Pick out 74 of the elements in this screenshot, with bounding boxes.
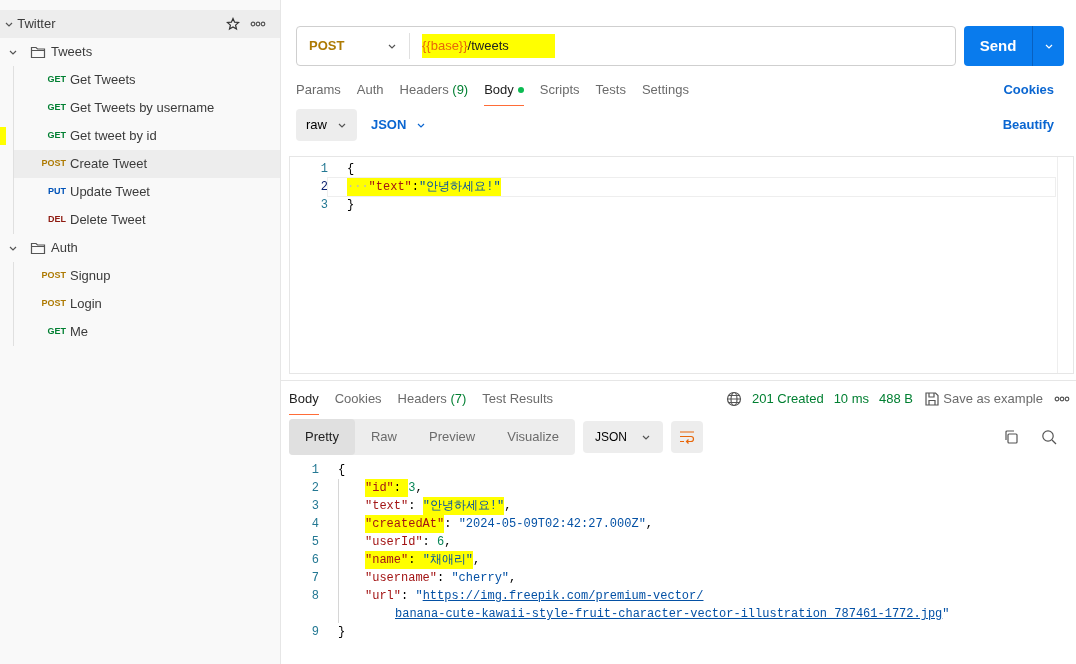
line-number: 1: [319, 161, 328, 178]
line-number: 9: [310, 624, 319, 641]
status-text[interactable]: 201 Created: [752, 389, 824, 409]
tab[interactable]: Cookies: [334, 382, 382, 416]
request-item[interactable]: POST Signup: [14, 262, 280, 290]
method-dropdown[interactable]: POST: [297, 27, 409, 65]
save-icon: [924, 391, 940, 407]
request-item[interactable]: POST Login: [14, 290, 280, 318]
tab[interactable]: Headers (7): [397, 382, 467, 416]
folder-name[interactable]: Tweets: [51, 42, 93, 62]
save-example-button[interactable]: Save as example: [923, 388, 1044, 410]
line-number: 2: [310, 480, 319, 497]
line-number: 3: [310, 498, 319, 515]
folder-name[interactable]: Auth: [51, 238, 78, 258]
wrap-icon: [679, 430, 696, 444]
code-line: {: [346, 161, 356, 178]
tab[interactable]: Params: [296, 73, 341, 107]
view-mode-tab[interactable]: Visualize: [491, 419, 576, 455]
request-item[interactable]: GET Get Tweets by username: [14, 94, 280, 122]
request-item[interactable]: GET Get tweet by id: [14, 122, 280, 150]
line-number: 3: [319, 197, 328, 214]
code-line: ···"text":"안녕하세요!": [328, 178, 1055, 196]
line-number: 5: [310, 534, 319, 551]
cookies-link[interactable]: Cookies: [997, 79, 1060, 101]
folder-icon: [30, 45, 46, 59]
code-line: "username": "cherry",: [338, 569, 517, 587]
more-icon[interactable]: [250, 21, 266, 27]
search-icon: [1041, 429, 1057, 445]
wrap-lines-button[interactable]: [671, 421, 704, 453]
line-number: 4: [310, 516, 319, 533]
line-number: 7: [310, 570, 319, 587]
body-mode-dropdown[interactable]: raw: [296, 109, 357, 141]
request-item[interactable]: DEL Delete Tweet: [14, 206, 280, 234]
request-item[interactable]: GET Me: [14, 318, 280, 346]
line-number: 2: [319, 179, 328, 196]
view-mode-tab[interactable]: Preview: [413, 419, 492, 455]
size-text[interactable]: 488 B: [879, 389, 913, 409]
code-line: }: [346, 197, 356, 214]
tab[interactable]: Tests: [595, 73, 626, 107]
format-dropdown[interactable]: JSON: [583, 421, 664, 453]
tab[interactable]: Settings: [641, 73, 689, 107]
tab[interactable]: Body: [484, 73, 524, 107]
collection-name[interactable]: Twitter: [17, 14, 56, 34]
request-item[interactable]: GET Get Tweets: [14, 66, 280, 94]
beautify-link[interactable]: Beautify: [996, 114, 1060, 136]
time-text[interactable]: 10 ms: [833, 389, 870, 409]
code-line: banana-cute-kawaii-style-fruit-character-vector-illustration_787461-1772.jpg": [338, 605, 950, 623]
tab[interactable]: Scripts: [539, 73, 580, 107]
code-line: "url": "https://img.freepik.com/premium-vector/: [338, 587, 704, 605]
tab[interactable]: Test Results: [482, 382, 554, 416]
request-item[interactable]: PUT Update Tweet: [14, 178, 280, 206]
code-line: "name": "채애리",: [338, 551, 481, 569]
more-icon[interactable]: [1054, 396, 1070, 402]
code-editor[interactable]: 1 { 2 ···"text":"안녕하세요!" 3 }: [289, 156, 1074, 374]
tab[interactable]: Headers (9): [399, 73, 469, 107]
view-mode-tab[interactable]: Pretty: [289, 419, 355, 455]
code-line: {: [338, 462, 346, 479]
code-line: }: [338, 624, 346, 641]
code-line: "id": 3,: [338, 479, 423, 497]
copy-icon: [1003, 429, 1019, 445]
globe-icon[interactable]: [726, 391, 743, 407]
star-icon[interactable]: [226, 17, 240, 31]
url-field[interactable]: {{base}}/tweets: [422, 34, 555, 58]
request-item[interactable]: POST Create Tweet: [14, 150, 280, 178]
tab[interactable]: Auth: [356, 73, 384, 107]
line-number: 1: [310, 462, 319, 479]
code-line: "createdAt": "2024-05-09T02:42:27.000Z",: [338, 515, 654, 533]
folder-icon: [30, 241, 46, 255]
line-number: 6: [310, 552, 319, 569]
line-number: 8: [310, 588, 319, 605]
code-line: "text": "안녕하세요!",: [338, 497, 512, 515]
tab[interactable]: Body: [289, 382, 319, 416]
view-mode-tab[interactable]: Raw: [354, 419, 413, 455]
language-dropdown[interactable]: JSON: [364, 114, 433, 136]
